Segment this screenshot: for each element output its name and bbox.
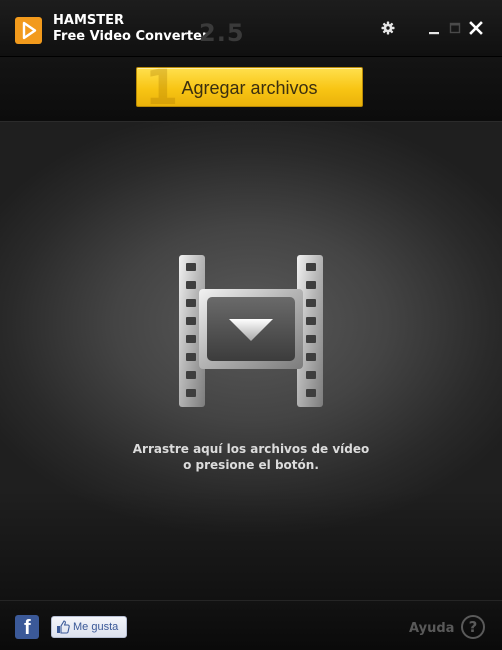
help-link[interactable]: Ayuda <box>409 621 454 636</box>
add-files-label: Agregar archivos <box>181 78 318 98</box>
app-subtitle: Free Video Converter <box>53 29 209 44</box>
question-icon[interactable]: ? <box>461 615 485 639</box>
footer: f Me gusta Ayuda ? <box>0 600 502 650</box>
app-version: 2.5 <box>199 19 245 47</box>
drop-zone[interactable]: Arrastre aquí los archivos de vídeo o pr… <box>0 122 502 600</box>
title-bar: HAMSTER Free Video Converter 2.5 <box>0 0 502 57</box>
gear-icon[interactable] <box>380 20 396 36</box>
close-icon[interactable] <box>468 20 484 36</box>
add-files-button[interactable]: 1 Agregar archivos <box>136 67 363 107</box>
film-strip-download-icon <box>179 255 323 407</box>
app-logo-icon <box>15 17 42 44</box>
facebook-icon[interactable]: f <box>15 615 39 639</box>
like-label: Me gusta <box>73 621 119 633</box>
like-button[interactable]: Me gusta <box>51 616 127 638</box>
minimize-icon[interactable] <box>426 20 442 36</box>
thumbs-up-icon <box>57 620 70 634</box>
toolbar: 1 Agregar archivos <box>0 57 502 122</box>
maximize-icon[interactable] <box>447 20 463 36</box>
app-name: HAMSTER <box>53 13 124 28</box>
drop-hint-line2: o presione el botón. <box>183 458 319 472</box>
drop-hint-line1: Arrastre aquí los archivos de vídeo <box>132 442 370 456</box>
